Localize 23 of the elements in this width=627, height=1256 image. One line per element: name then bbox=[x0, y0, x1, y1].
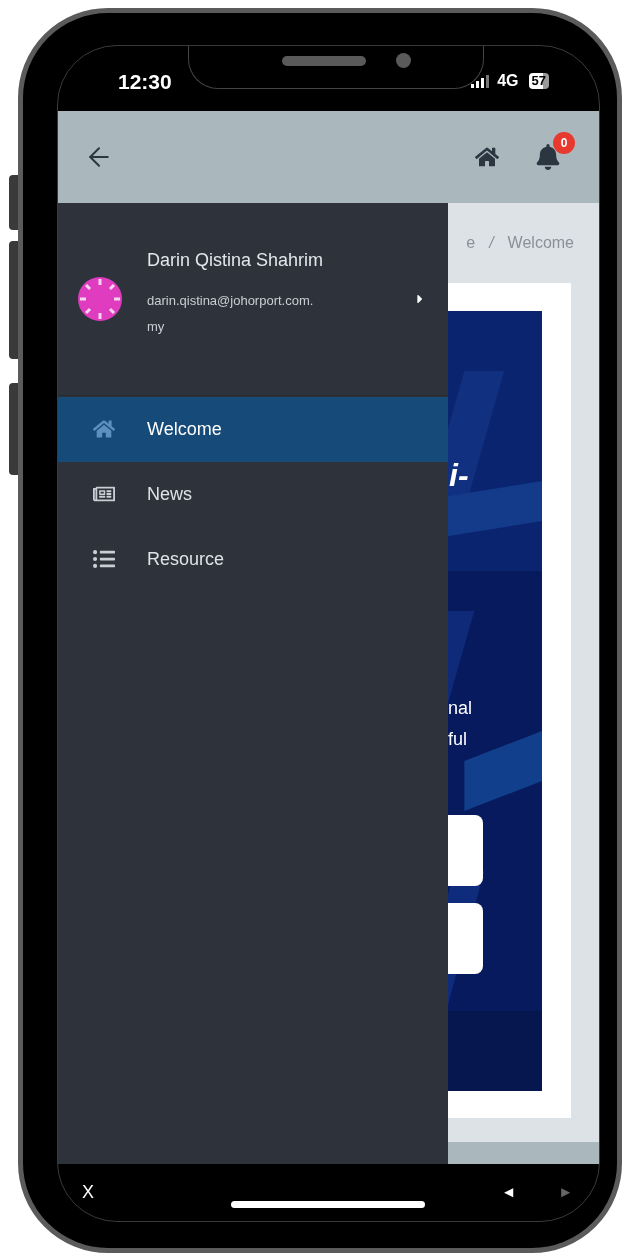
drawer-item[interactable]: Welcome bbox=[58, 396, 448, 462]
home-icon bbox=[92, 418, 115, 441]
user-email: my bbox=[147, 318, 166, 337]
back-nav-button[interactable]: ◄ bbox=[501, 1181, 517, 1204]
signal-icon bbox=[471, 74, 492, 89]
battery-indicator: 57 bbox=[528, 73, 549, 90]
banner-heading: i- bbox=[449, 455, 470, 495]
banner-text: ful bbox=[448, 727, 468, 751]
close-button[interactable]: X bbox=[82, 1179, 94, 1207]
user-name: Darin Qistina Shahrim bbox=[147, 249, 324, 273]
status-time: 12:30 bbox=[118, 68, 172, 95]
banner-text: nal bbox=[448, 696, 474, 720]
breadcrumb-item: Welcome bbox=[507, 232, 574, 253]
drawer-item[interactable]: News bbox=[58, 461, 448, 527]
breadcrumb-item: / bbox=[489, 232, 494, 253]
list-icon bbox=[92, 548, 115, 571]
drawer-item[interactable]: Resource bbox=[58, 526, 448, 592]
avatar bbox=[78, 276, 122, 321]
breadcrumb-item: e bbox=[466, 232, 476, 253]
user-email: darin.qistina@johorport.com. bbox=[147, 292, 315, 311]
network-label: 4G bbox=[497, 71, 519, 92]
notifications-button[interactable] bbox=[535, 143, 561, 170]
notification-badge: 0 bbox=[553, 131, 575, 154]
